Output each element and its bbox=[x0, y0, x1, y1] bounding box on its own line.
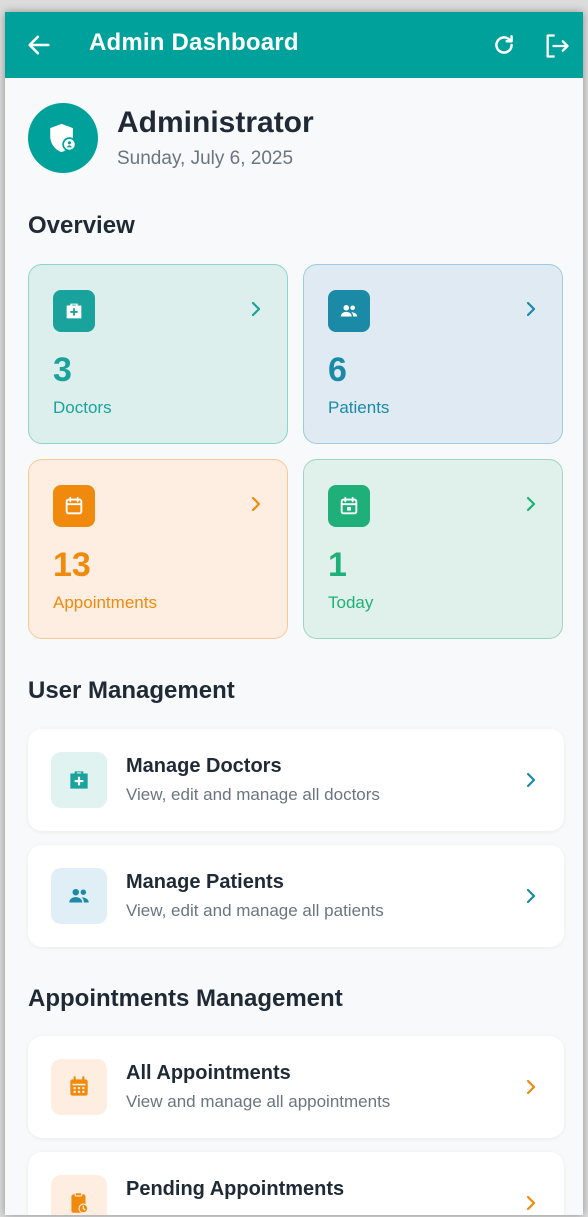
stat-card-today[interactable]: 1 Today bbox=[303, 459, 563, 639]
today-count: 1 bbox=[328, 546, 347, 584]
appointments-management-heading: Appointments Management bbox=[28, 985, 343, 1012]
manage-doctors-item[interactable]: Manage Doctors View, edit and manage all… bbox=[28, 729, 564, 831]
stat-card-doctors[interactable]: 3 Doctors bbox=[28, 264, 288, 444]
overview-heading: Overview bbox=[28, 212, 135, 239]
medical-bag-icon bbox=[51, 752, 107, 808]
manage-patients-subtitle: View, edit and manage all patients bbox=[126, 901, 384, 920]
stat-card-appointments[interactable]: 13 Appointments bbox=[28, 459, 288, 639]
people-icon bbox=[51, 868, 107, 924]
all-appointments-subtitle: View and manage all appointments bbox=[126, 1092, 391, 1111]
doctors-label: Doctors bbox=[53, 398, 112, 417]
refresh-icon[interactable] bbox=[491, 32, 517, 58]
all-appointments-item[interactable]: All Appointments View and manage all app… bbox=[28, 1036, 564, 1138]
appointments-count: 13 bbox=[53, 546, 91, 584]
manage-patients-title: Manage Patients bbox=[126, 871, 284, 893]
logout-icon[interactable] bbox=[543, 32, 571, 60]
patients-label: Patients bbox=[328, 398, 390, 417]
chevron-right-icon bbox=[524, 770, 538, 790]
chevron-right-icon bbox=[249, 299, 263, 319]
calendar-today-icon bbox=[328, 485, 370, 527]
admin-name: Administrator bbox=[117, 106, 314, 139]
clipboard-clock-icon bbox=[51, 1175, 107, 1215]
chevron-right-icon bbox=[524, 1193, 538, 1213]
stat-card-patients[interactable]: 6 Patients bbox=[303, 264, 563, 444]
admin-shield-icon bbox=[28, 103, 98, 173]
user-management-heading: User Management bbox=[28, 677, 235, 704]
medical-bag-icon bbox=[53, 290, 95, 332]
back-arrow-icon[interactable] bbox=[25, 31, 53, 59]
chevron-right-icon bbox=[524, 494, 538, 514]
manage-patients-item[interactable]: Manage Patients View, edit and manage al… bbox=[28, 845, 564, 947]
doctors-count: 3 bbox=[53, 351, 72, 389]
patients-count: 6 bbox=[328, 351, 347, 389]
calendar-icon bbox=[51, 1059, 107, 1115]
people-icon bbox=[328, 290, 370, 332]
all-appointments-title: All Appointments bbox=[126, 1062, 291, 1084]
appointments-label: Appointments bbox=[53, 593, 157, 612]
current-date: Sunday, July 6, 2025 bbox=[117, 148, 294, 169]
pending-appointments-title: Pending Appointments bbox=[126, 1178, 345, 1200]
chevron-right-icon bbox=[249, 494, 263, 514]
manage-doctors-title: Manage Doctors bbox=[126, 755, 282, 777]
chevron-right-icon bbox=[524, 299, 538, 319]
page-title: Admin Dashboard bbox=[89, 29, 299, 56]
app-bar: Admin Dashboard bbox=[5, 12, 583, 78]
calendar-icon bbox=[53, 485, 95, 527]
today-label: Today bbox=[328, 593, 374, 612]
pending-appointments-item[interactable]: Pending Appointments bbox=[28, 1152, 564, 1215]
manage-doctors-subtitle: View, edit and manage all doctors bbox=[126, 785, 380, 804]
chevron-right-icon bbox=[524, 886, 538, 906]
chevron-right-icon bbox=[524, 1077, 538, 1097]
app-frame: Admin Dashboard Administrator Sunday, Ju… bbox=[5, 12, 583, 1215]
